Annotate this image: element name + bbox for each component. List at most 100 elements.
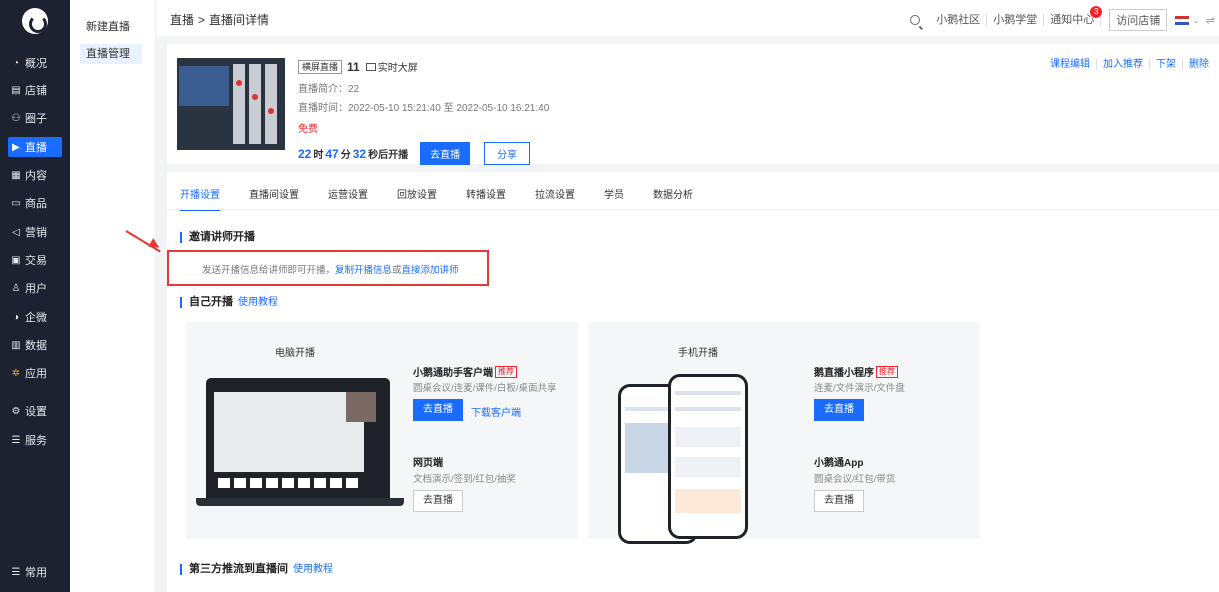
- mini-program-title: 鹅直播小程序 推荐: [814, 364, 898, 379]
- laptop-thumbnails: [218, 478, 358, 488]
- breadcrumb-root[interactable]: 直播: [170, 13, 194, 27]
- countdown: 22 时 47 分 32 秒后开播 去直播 分享: [298, 142, 549, 165]
- tab-students[interactable]: 学员: [604, 186, 624, 211]
- shop-icon: ▤: [11, 84, 21, 96]
- countdown-unit: 分: [340, 150, 351, 161]
- edit-course-link[interactable]: 课程编辑: [1044, 59, 1097, 70]
- realtime-screen-link[interactable]: 实时大屏: [378, 59, 418, 74]
- client-app-name: 小鹅通助手客户端: [413, 368, 493, 379]
- live-id: 11: [347, 59, 360, 74]
- search-icon[interactable]: [910, 15, 921, 25]
- laptop-base: [196, 498, 404, 506]
- tab-playback-settings[interactable]: 回放设置: [397, 186, 437, 211]
- settings-tabs: 开播设置 直播间设置 运营设置 回放设置 转播设置 拉流设置 学员 数据分析: [180, 186, 722, 211]
- community-link[interactable]: 小鹅社区: [930, 14, 988, 26]
- web-go-live-button[interactable]: 去直播: [413, 490, 463, 512]
- nav-item-apps[interactable]: ✲ 应用: [8, 363, 62, 383]
- cover-dot: [252, 94, 258, 100]
- switch-icon[interactable]: ⇌: [1206, 14, 1215, 27]
- tab-operation-settings[interactable]: 运营设置: [328, 186, 368, 211]
- submenu-live-manage[interactable]: 直播管理: [80, 44, 142, 64]
- nav-item-content[interactable]: ▦ 内容: [8, 165, 62, 185]
- settings-icon: ⚙: [11, 405, 21, 417]
- tab-room-settings[interactable]: 直播间设置: [249, 186, 299, 211]
- nav-item-marketing[interactable]: ◁ 营销: [8, 222, 62, 242]
- nav-item-label: 应用: [25, 368, 47, 380]
- nav-item-goods[interactable]: ▭ 商品: [8, 193, 62, 213]
- notification-label: 通知中心: [1050, 14, 1095, 26]
- cover-rack: [249, 64, 261, 144]
- apps-icon: ✲: [11, 367, 21, 379]
- web-title: 网页端: [413, 458, 443, 469]
- marketing-icon: ◁: [12, 226, 20, 238]
- nav-item-circle[interactable]: ⚇ 圈子: [8, 108, 62, 128]
- notification-center-link[interactable]: 通知中心 3: [1044, 6, 1103, 26]
- cover-image: [177, 58, 285, 150]
- nav-item-user[interactable]: ♙ 用户: [8, 278, 62, 298]
- phone-card: [675, 457, 741, 477]
- phone-line: [675, 407, 741, 411]
- menu-icon: ☰: [11, 566, 21, 578]
- breadcrumb-separator: >: [198, 13, 206, 27]
- invite-title-text: 邀请讲师开播: [189, 231, 255, 243]
- laptop-screen: [214, 392, 364, 472]
- live-info: 横屏直播 11 实时大屏 直播简介：22 直播时间：2022-05-10 15:…: [298, 59, 549, 165]
- service-icon: ☰: [11, 434, 21, 446]
- take-down-link[interactable]: 下架: [1150, 59, 1183, 70]
- nav-item-common[interactable]: ☰ 常用: [8, 562, 62, 582]
- nav-item-service[interactable]: ☰ 服务: [8, 430, 62, 450]
- client-go-live-button[interactable]: 去直播: [413, 399, 463, 421]
- mini-go-live-button[interactable]: 去直播: [814, 399, 864, 421]
- visit-shop-button[interactable]: 访问店铺: [1109, 9, 1168, 31]
- nav-item-label: 概况: [25, 58, 47, 70]
- client-app-title: 小鹅通助手客户端 推荐: [413, 364, 517, 379]
- share-button[interactable]: 分享: [484, 142, 531, 165]
- tab-data-analysis[interactable]: 数据分析: [653, 186, 693, 211]
- third-party-tutorial-link[interactable]: 使用教程: [293, 564, 333, 575]
- submenu-new-live[interactable]: 新建直播: [80, 17, 142, 37]
- mini-program-desc: 连麦/文件演示/文件盘: [814, 383, 905, 394]
- nav-item-label: 服务: [25, 435, 47, 447]
- download-client-link[interactable]: 下载客户端: [471, 404, 521, 419]
- tab-relay-settings[interactable]: 转播设置: [466, 186, 506, 211]
- mobile-live-box: 手机开播 鹅直播小程序 推荐 连麦/文件演示/文件盘 去直播 小鹅通App 圆桌会…: [588, 322, 980, 544]
- add-recommend-link[interactable]: 加入推荐: [1097, 59, 1150, 70]
- nav-item-overview[interactable]: ◔ 概况: [8, 53, 62, 73]
- live-time: 直播时间：2022-05-10 15:21:40 至 2022-05-10 16…: [298, 103, 550, 114]
- copy-info-link[interactable]: 复制开播信息: [335, 265, 392, 276]
- content-icon: ▦: [11, 169, 21, 181]
- mobile-app-desc: 圆桌会议/红包/带货: [814, 474, 896, 485]
- tutorial-link[interactable]: 使用教程: [238, 297, 278, 308]
- screen-icon: [365, 62, 376, 71]
- chevron-down-icon[interactable]: ⌄: [1192, 15, 1200, 26]
- nav-item-trade[interactable]: ▣ 交易: [8, 250, 62, 270]
- nav-item-wecom[interactable]: ◑ 企微: [8, 307, 62, 327]
- nav-item-shop[interactable]: ▤ 店铺: [8, 80, 62, 100]
- app-go-live-button[interactable]: 去直播: [814, 490, 864, 512]
- app-logo[interactable]: [22, 8, 48, 34]
- tab-live-settings[interactable]: 开播设置: [180, 186, 220, 211]
- nav-item-settings[interactable]: ⚙ 设置: [8, 401, 62, 421]
- account-avatar-icon[interactable]: [1175, 15, 1190, 25]
- countdown-unit: 秒后开播: [368, 150, 409, 161]
- add-lecturer-link[interactable]: 直接添加讲师: [402, 265, 459, 276]
- go-live-button[interactable]: 去直播: [420, 142, 471, 165]
- nav-item-live[interactable]: ▶ 直播: [8, 137, 62, 157]
- phone-card: [675, 489, 741, 513]
- self-live-title-text: 自己开播: [189, 296, 233, 308]
- nav-item-label: 用户: [25, 283, 47, 295]
- academy-link[interactable]: 小鹅学堂: [987, 14, 1045, 26]
- live-icon: ▶: [12, 141, 20, 153]
- trade-icon: ▣: [11, 254, 21, 266]
- data-icon: ▥: [11, 339, 21, 351]
- delete-link[interactable]: 删除: [1183, 59, 1209, 70]
- circle-icon: ⚇: [11, 112, 21, 124]
- countdown-hours: 22: [298, 146, 312, 161]
- nav-item-data[interactable]: ▥ 数据: [8, 335, 62, 355]
- pc-live-title: 电脑开播: [275, 348, 315, 359]
- phone-card: [675, 427, 741, 447]
- wecom-icon: ◑: [12, 311, 20, 323]
- countdown-minutes: 47: [325, 146, 339, 161]
- cover-rack: [265, 64, 277, 144]
- tab-pull-settings[interactable]: 拉流设置: [535, 186, 575, 211]
